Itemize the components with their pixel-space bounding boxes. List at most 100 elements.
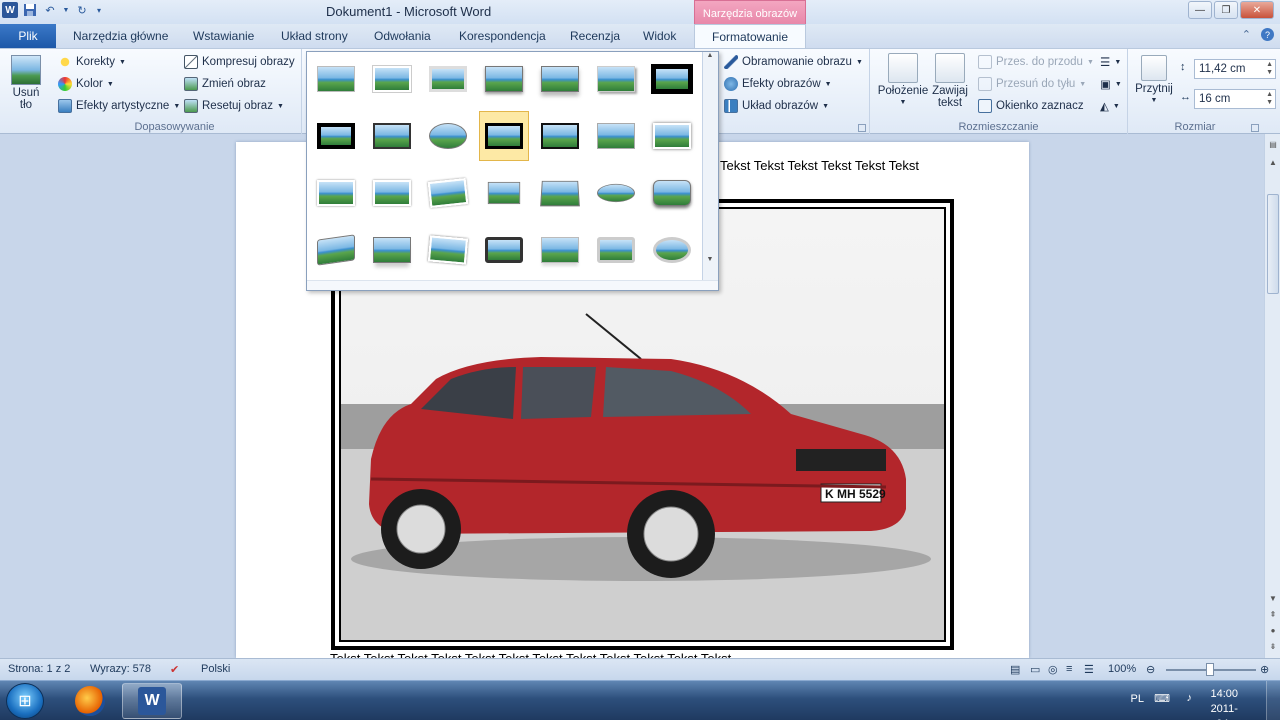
ruler-toggle-icon[interactable]: ▤ xyxy=(1267,140,1279,152)
picture-style-option[interactable] xyxy=(367,168,417,218)
start-button[interactable]: ⊞ xyxy=(6,683,44,719)
change-picture-button[interactable]: Zmień obraz xyxy=(184,77,266,91)
outline-icon[interactable]: ≡ xyxy=(1066,663,1072,675)
scroll-thumb[interactable] xyxy=(1267,194,1279,294)
document-paragraph[interactable]: Tekst Tekst Tekst Tekst Tekst Tekst xyxy=(720,158,919,173)
scroll-up-icon[interactable]: ▲ xyxy=(703,52,717,64)
maximize-button[interactable]: ❐ xyxy=(1214,1,1238,19)
picture-style-option[interactable] xyxy=(591,225,641,275)
tab-mailings[interactable]: Korespondencja xyxy=(459,29,546,43)
picture-style-option[interactable] xyxy=(591,111,641,161)
group-icon[interactable]: ▣ ▼ xyxy=(1100,77,1122,91)
crop-button[interactable]: Przytnij ▼ xyxy=(1134,55,1174,107)
color-button[interactable]: Kolor ▼ xyxy=(58,77,114,91)
previous-page-icon[interactable]: ⇞ xyxy=(1267,610,1279,622)
picture-style-option[interactable] xyxy=(311,54,361,104)
vertical-scrollbar[interactable]: ▤ ▲ ▼ ⇞ ● ⇟ xyxy=(1264,134,1280,658)
word-count[interactable]: Wyrazy: 578 xyxy=(90,663,151,675)
clock[interactable]: 14:00 2011-04-25 xyxy=(1210,687,1238,720)
picture-style-option[interactable] xyxy=(311,111,361,161)
picture-border-button[interactable]: Obramowanie obrazu ▼ xyxy=(724,55,863,69)
print-layout-icon[interactable]: ▤ xyxy=(1010,663,1020,676)
zoom-out-icon[interactable]: ⊖ xyxy=(1146,663,1155,676)
speaker-icon[interactable]: ♪ xyxy=(1187,692,1193,704)
minimize-button[interactable]: — xyxy=(1188,1,1212,19)
tab-page-layout[interactable]: Układ strony xyxy=(281,29,348,43)
scroll-down-icon[interactable]: ▼ xyxy=(703,256,717,268)
dialog-launcher-icon[interactable] xyxy=(1251,124,1259,132)
tab-view[interactable]: Widok xyxy=(643,29,676,43)
taskbar-word[interactable]: W xyxy=(122,683,182,719)
full-screen-icon[interactable]: ▭ xyxy=(1030,663,1040,676)
picture-style-option[interactable] xyxy=(647,168,697,218)
picture-style-option[interactable] xyxy=(535,225,585,275)
wrap-text-button[interactable]: Zawijaj tekst xyxy=(930,53,970,109)
taskbar-firefox[interactable] xyxy=(60,683,120,719)
gallery-resize-grip[interactable] xyxy=(307,280,718,290)
input-language[interactable]: PL xyxy=(1131,693,1144,705)
undo-dropdown-icon[interactable]: ▼ xyxy=(62,2,70,18)
picture-style-option[interactable] xyxy=(479,225,529,275)
bring-forward-button[interactable]: Przes. do przodu ▼ xyxy=(978,55,1094,69)
minimize-ribbon-icon[interactable]: ⌃ xyxy=(1242,28,1251,41)
help-icon[interactable]: ? xyxy=(1261,28,1274,41)
keyboard-icon[interactable]: ⌨ xyxy=(1154,692,1170,705)
page-indicator[interactable]: Strona: 1 z 2 xyxy=(8,663,70,675)
artistic-effects-button[interactable]: Efekty artystyczne ▼ xyxy=(58,99,180,113)
dialog-launcher-icon[interactable] xyxy=(858,124,866,132)
picture-style-option[interactable] xyxy=(311,225,361,275)
language-indicator[interactable]: Polski xyxy=(201,663,230,675)
scroll-up-icon[interactable]: ▲ xyxy=(1267,158,1279,170)
picture-layout-button[interactable]: Układ obrazów ▼ xyxy=(724,99,829,113)
picture-style-option[interactable] xyxy=(535,54,585,104)
remove-background-button[interactable]: Usuń tło xyxy=(8,55,44,111)
corrections-button[interactable]: Korekty ▼ xyxy=(58,55,126,69)
redo-icon[interactable]: ↻ xyxy=(74,2,90,18)
browse-object-icon[interactable]: ● xyxy=(1267,626,1279,638)
zoom-level[interactable]: 100% xyxy=(1108,663,1136,675)
picture-style-option[interactable] xyxy=(535,111,585,161)
gallery-scrollbar[interactable]: ▲ ▼ xyxy=(702,52,718,282)
draft-icon[interactable]: ☰ xyxy=(1084,663,1094,676)
close-button[interactable]: ✕ xyxy=(1240,1,1274,19)
picture-style-option[interactable] xyxy=(367,111,417,161)
height-spinner[interactable]: 11,42 cm ▲ ▼ xyxy=(1194,59,1276,79)
picture-style-option[interactable] xyxy=(367,54,417,104)
picture-style-option[interactable] xyxy=(423,168,473,218)
picture-style-option[interactable] xyxy=(367,225,417,275)
align-icon[interactable]: ☰ ▼ xyxy=(1100,55,1121,69)
picture-style-option[interactable] xyxy=(479,111,529,161)
rotate-icon[interactable]: ◭ ▼ xyxy=(1100,99,1120,113)
picture-style-option[interactable] xyxy=(647,54,697,104)
picture-style-option[interactable] xyxy=(423,54,473,104)
picture-style-option[interactable] xyxy=(647,225,697,275)
show-desktop-button[interactable] xyxy=(1266,681,1280,720)
customize-qat-icon[interactable]: ▾ xyxy=(94,2,104,18)
picture-style-option[interactable] xyxy=(647,111,697,161)
picture-style-option[interactable] xyxy=(591,54,641,104)
document-paragraph-partial[interactable]: Tekst Tekst Tekst Tekst Tekst Tekst Teks… xyxy=(330,651,760,658)
reset-picture-button[interactable]: Resetuj obraz ▼ xyxy=(184,99,284,113)
tab-references[interactable]: Odwołania xyxy=(374,29,431,43)
tab-insert[interactable]: Wstawianie xyxy=(193,29,254,43)
spinner-arrows-icon[interactable]: ▲ ▼ xyxy=(1266,91,1273,107)
tab-review[interactable]: Recenzja xyxy=(570,29,620,43)
spinner-arrows-icon[interactable]: ▲ ▼ xyxy=(1266,61,1273,77)
tab-home[interactable]: Narzędzia główne xyxy=(73,29,168,43)
selection-pane-button[interactable]: Okienko zaznacz xyxy=(978,99,1084,113)
picture-style-option[interactable] xyxy=(479,168,529,218)
send-backward-button[interactable]: Przesuń do tyłu ▼ xyxy=(978,77,1086,91)
picture-style-option[interactable] xyxy=(479,54,529,104)
scroll-down-icon[interactable]: ▼ xyxy=(1267,594,1279,606)
picture-style-option[interactable] xyxy=(591,168,641,218)
picture-style-option[interactable] xyxy=(423,111,473,161)
proofing-icon[interactable]: ✔ xyxy=(170,663,179,676)
width-spinner[interactable]: 16 cm ▲ ▼ xyxy=(1194,89,1276,109)
picture-style-option[interactable] xyxy=(311,168,361,218)
position-button[interactable]: Położenie ▼ xyxy=(876,53,930,109)
undo-icon[interactable]: ↶ xyxy=(42,2,58,18)
picture-style-option[interactable] xyxy=(535,168,585,218)
tab-format[interactable]: Formatowanie xyxy=(694,24,806,49)
tab-file[interactable]: Plik xyxy=(0,24,56,48)
picture-style-option[interactable] xyxy=(423,225,473,275)
